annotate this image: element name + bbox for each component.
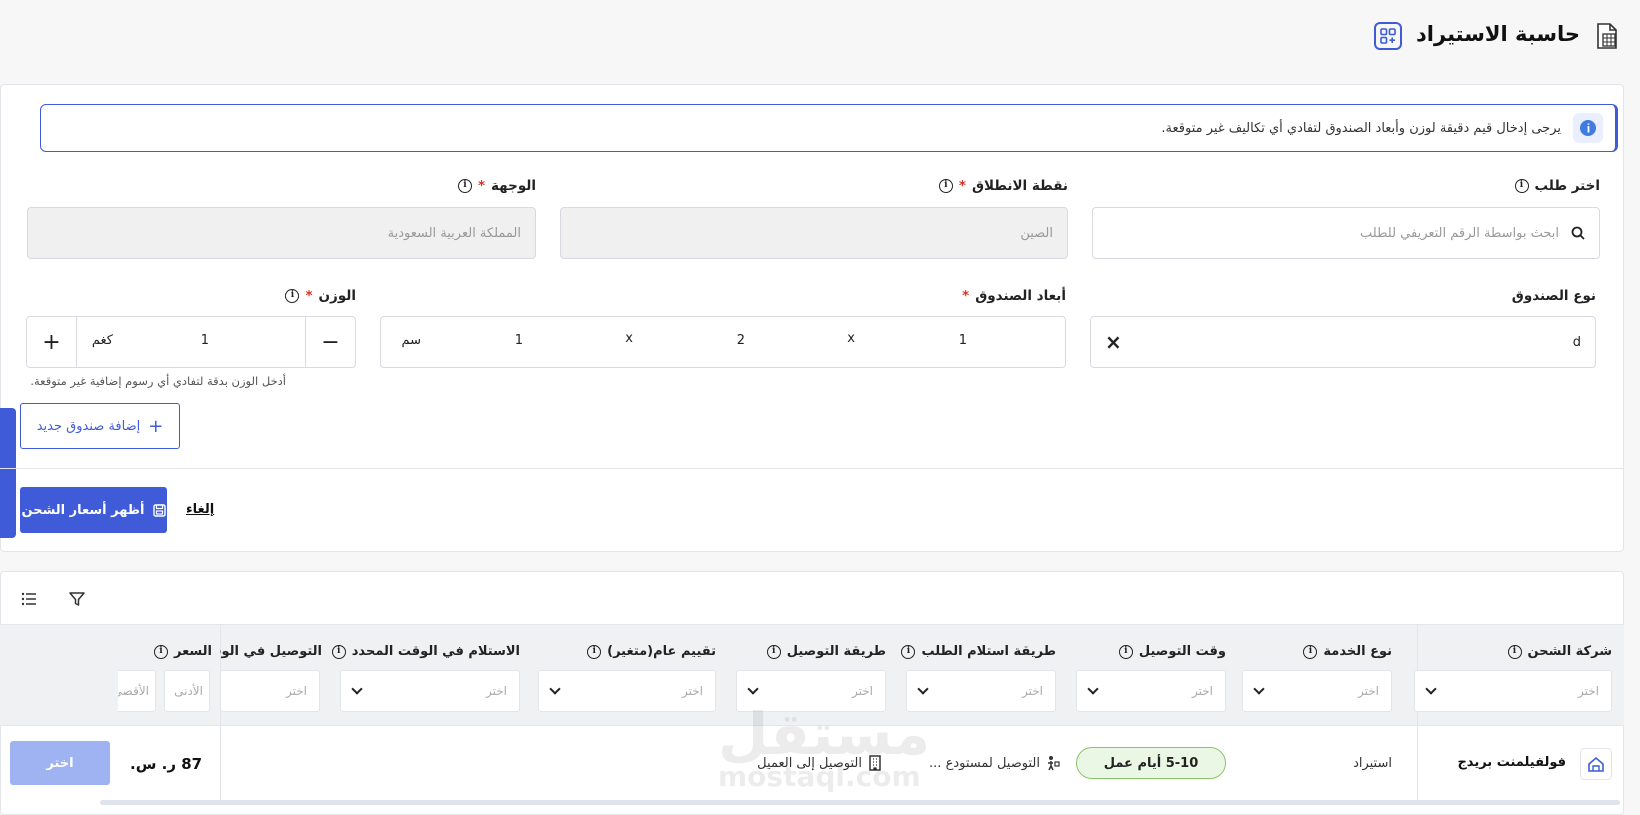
info-icon[interactable]: i <box>1514 179 1529 193</box>
price-max-input[interactable]: الأقصى <box>118 670 156 712</box>
column-divider <box>1417 624 1418 804</box>
pickup-method-value: التوصيل لمستودع ... <box>929 755 1060 771</box>
person-box-icon <box>1046 755 1060 771</box>
length-input[interactable]: 1 <box>959 333 967 348</box>
info-icon[interactable]: i <box>457 179 472 193</box>
order-label: اختر طلب i <box>1514 178 1600 194</box>
on-time-delivery-filter[interactable]: اختر <box>220 670 320 712</box>
chevron-down-icon <box>1253 683 1265 695</box>
on-time-pickup-filter[interactable]: اختر <box>340 670 520 712</box>
destination-label: الوجهة * i <box>457 178 536 194</box>
width-input[interactable]: 2 <box>737 333 745 348</box>
box-type-select[interactable]: d × <box>1090 316 1596 368</box>
info-icon[interactable]: i <box>938 179 953 193</box>
col-service-type: نوع الخدمة i <box>1303 644 1392 659</box>
weight-value[interactable]: 1 <box>201 333 209 348</box>
plus-button[interactable]: + <box>27 317 77 367</box>
save-icon <box>152 503 166 517</box>
col-delivery-method: طريقة التوصيل i <box>766 644 886 659</box>
watermark-url: mostaql.com <box>718 760 921 793</box>
info-icon[interactable]: i <box>901 644 916 659</box>
divider <box>0 468 1624 469</box>
info-icon[interactable]: i <box>1118 644 1133 659</box>
notice-text: يرجى إدخال قيم دقيقة لوزن وأبعاد الصندوق… <box>1161 120 1561 136</box>
col-on-time-delivery: التوصيل في الوقت <box>220 644 322 659</box>
carrier-filter[interactable]: اختر <box>1414 670 1612 712</box>
info-icon[interactable]: i <box>285 289 300 303</box>
time-filter[interactable]: اختر <box>1076 670 1226 712</box>
order-search-placeholder: ابحث بواسطة الرقم التعريفي للطلب <box>1360 225 1559 241</box>
weight-stepper[interactable]: − 1 كغم + <box>26 316 356 368</box>
dimension-separator: x <box>625 331 633 346</box>
col-delivery-time: وقت التوصيل i <box>1118 644 1226 659</box>
list-view-icon[interactable] <box>20 590 38 612</box>
info-icon <box>1573 113 1603 143</box>
dimensions-label: أبعاد الصندوق * <box>962 288 1066 304</box>
service-type-value: استيراد <box>1353 756 1392 771</box>
minus-button[interactable]: − <box>305 317 355 367</box>
height-input[interactable]: 1 <box>515 333 523 348</box>
plus-icon: + <box>148 415 164 437</box>
delivery-time-badge: 5-10 أيام عمل <box>1076 747 1226 779</box>
notice-banner: يرجى إدخال قيم دقيقة لوزن وأبعاد الصندوق… <box>40 104 1618 152</box>
dimension-separator: x <box>847 331 855 346</box>
filter-icon[interactable] <box>68 590 86 612</box>
price-min-input[interactable]: الأدنى <box>164 670 210 712</box>
clear-icon[interactable]: × <box>1105 330 1122 354</box>
info-icon[interactable]: i <box>587 644 602 659</box>
info-icon[interactable]: i <box>766 644 781 659</box>
show-rates-button[interactable]: أظهر أسعار الشحن <box>20 487 167 533</box>
origin-field: الصين <box>560 207 1068 259</box>
carrier-name: فولفيلمنت بريدج <box>1457 755 1566 770</box>
col-on-time-pickup: الاستلام في الوقت المحدد i <box>331 644 520 659</box>
weight-unit: كغم <box>91 333 113 348</box>
watermark-logo: مستقل <box>718 700 931 768</box>
add-box-label: إضافة صندوق جديد <box>36 418 141 434</box>
origin-value: الصين <box>1020 225 1053 241</box>
col-rating: تقييم عام(متغير) i <box>587 644 716 659</box>
price-max-wrap: الأقصى <box>118 670 156 712</box>
info-icon[interactable]: i <box>331 644 346 659</box>
dimension-unit: سم <box>401 333 421 348</box>
chevron-down-icon <box>1425 683 1437 695</box>
chevron-down-icon <box>351 683 363 695</box>
carrier-logo <box>1580 748 1612 780</box>
weight-label: الوزن * i <box>285 288 356 304</box>
col-on-time-delivery-wrap: التوصيل في الوقت <box>220 640 322 664</box>
side-feedback-tab[interactable] <box>0 408 16 538</box>
chevron-down-icon <box>549 683 561 695</box>
add-box-button[interactable]: + إضافة صندوق جديد <box>20 403 180 449</box>
box-type-value: d <box>1572 334 1581 350</box>
chevron-down-icon <box>917 683 929 695</box>
service-filter[interactable]: اختر <box>1242 670 1392 712</box>
search-icon <box>1571 226 1585 240</box>
chevron-down-icon <box>1087 683 1099 695</box>
col-pickup-method: طريقة استلام الطلب i <box>901 644 1056 659</box>
col-price: السعر i <box>154 644 212 659</box>
show-rates-label: أظهر أسعار الشحن <box>21 502 145 518</box>
destination-value: المملكة العربية السعودية <box>387 225 521 241</box>
horizontal-scrollbar[interactable] <box>100 800 1620 805</box>
box-type-label: نوع الصندوق <box>1511 288 1596 304</box>
chevron-down-icon <box>747 683 759 695</box>
origin-label: نقطة الانطلاق * i <box>938 178 1068 194</box>
col-carrier: شركة الشحن i <box>1507 644 1612 659</box>
info-icon[interactable]: i <box>1303 644 1318 659</box>
price-value: 87 ر. س. <box>130 755 203 773</box>
page-title: حاسبة الاستيراد <box>1416 22 1580 46</box>
info-icon[interactable]: i <box>1507 644 1522 659</box>
cancel-link[interactable]: إلغاء <box>186 502 214 517</box>
order-search-input[interactable]: ابحث بواسطة الرقم التعريفي للطلب <box>1092 207 1600 259</box>
select-rate-button[interactable]: اختر <box>10 741 110 785</box>
grid-add-icon[interactable] <box>1374 22 1402 50</box>
rating-filter[interactable]: اختر <box>538 670 716 712</box>
dimensions-input[interactable]: 1 x 2 x 1 سم <box>380 316 1066 368</box>
spreadsheet-icon <box>1594 22 1620 50</box>
weight-hint: أدخل الوزن بدقة لتفادي أي رسوم إضافية غي… <box>30 374 286 388</box>
info-icon[interactable]: i <box>154 644 168 659</box>
destination-field: المملكة العربية السعودية <box>27 207 536 259</box>
